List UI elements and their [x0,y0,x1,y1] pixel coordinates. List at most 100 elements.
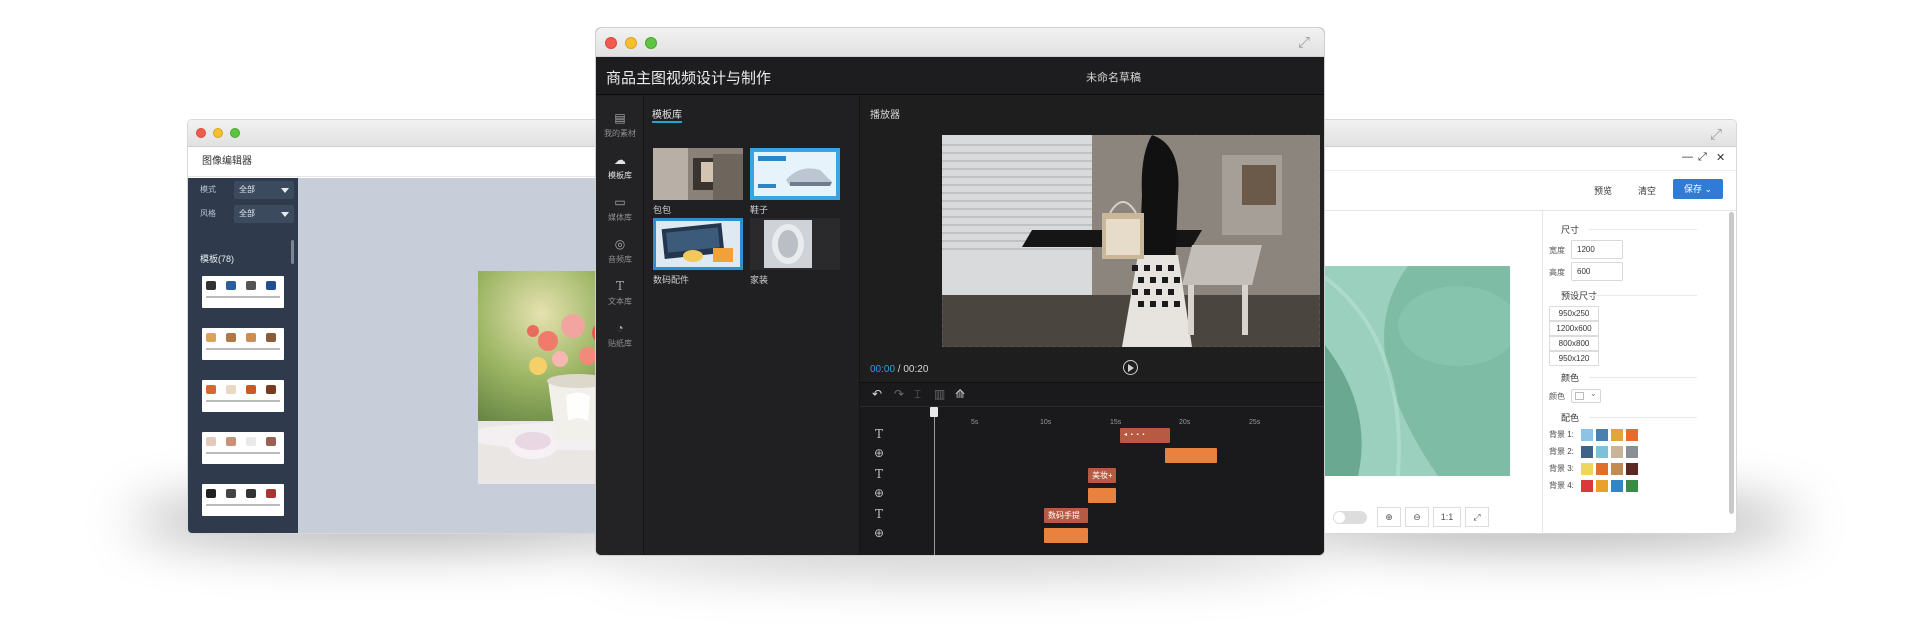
tab-template-library[interactable]: 模板库 [652,106,682,121]
minimize-window-button[interactable] [625,37,637,49]
color-row: 颜色 ⌄ [1543,389,1723,405]
template-thumbnail[interactable] [202,276,284,308]
filter-select[interactable]: 全部 [234,205,294,223]
palette-swatch[interactable] [1611,446,1623,458]
filter-label: 风格 [200,209,216,218]
text-line [206,504,280,506]
palette-swatch[interactable] [1626,446,1638,458]
effect-clip[interactable] [1165,448,1217,463]
rail-item-audio[interactable]: ◎ 音频库 [596,236,644,265]
expand-icon[interactable]: ⤢ [1706,126,1726,144]
zoom-window-button[interactable] [645,37,657,49]
grid-toggle[interactable] [1333,511,1367,524]
video-preview[interactable] [942,135,1320,347]
screenshot-stage: 图像编辑器 模式 全部 风格 全部 模板(78) ⤢ — ⤢ ✕ 预览 清空 保… [0,0,1929,635]
rail-item-my-assets[interactable]: ▤ 我的素材 [596,110,644,139]
product-icon [206,385,216,394]
palette-swatch[interactable] [1596,463,1608,475]
fit-icon[interactable]: ⤢ [1465,507,1489,527]
preset-size-option[interactable]: 1200x600 [1549,321,1599,336]
effect-clip[interactable] [1044,528,1088,543]
redo-icon[interactable]: ↷ [894,387,904,401]
palette-swatch[interactable] [1626,480,1638,492]
filter-select[interactable]: 全部 [234,181,294,199]
palette-swatch[interactable] [1611,480,1623,492]
preset-size-option[interactable]: 950x120 [1549,351,1599,366]
rail-item-templates[interactable]: ☁ 模板库 [596,152,644,181]
palette-swatch[interactable] [1581,429,1593,441]
palette-swatch[interactable] [1626,429,1638,441]
height-input[interactable]: 600 [1571,262,1623,281]
template-thumbnail[interactable] [202,432,284,464]
size-section-title: 尺寸 [1561,225,1698,235]
library-item-home[interactable]: 家装 [750,218,840,286]
expand-icon[interactable]: ⤢ [1294,34,1314,52]
library-item-shoes[interactable]: 鞋子 [750,148,840,216]
chevron-down-icon: ⌄ [1704,184,1713,194]
zoom-in-icon[interactable]: ⊕ [1377,507,1401,527]
fit-timeline-icon[interactable]: ⟰ [955,387,965,401]
effect-clip[interactable] [1088,488,1116,503]
palette-swatch[interactable] [1611,429,1623,441]
template-thumbnail[interactable] [202,484,284,516]
maximize-icon[interactable]: ⤢ [1698,151,1707,164]
trash-icon[interactable]: ▥ [934,387,945,401]
zoom-ratio-button[interactable]: 1:1 [1433,507,1461,527]
template-thumbnail[interactable] [202,328,284,360]
close-icon[interactable]: ✕ [1716,151,1725,164]
draft-name[interactable]: 未命名草稿 [1086,69,1141,85]
preset-size-option[interactable]: 800x800 [1549,336,1599,351]
filter-row: 风格 全部 [200,205,294,223]
color-picker[interactable]: ⌄ [1571,389,1601,403]
rail-item-label: 音频库 [608,255,632,264]
ruler-tick: 15s [1110,419,1122,426]
palette-swatch[interactable] [1596,429,1608,441]
palette-swatch[interactable] [1626,463,1638,475]
text-clip[interactable]: 美妆+ [1088,468,1116,483]
zoom-window-button[interactable] [230,128,240,138]
width-input[interactable]: 1200 [1571,240,1623,259]
palette-swatch[interactable] [1581,463,1593,475]
panel-scrollbar[interactable] [1729,212,1734,514]
palette-swatch[interactable] [1596,480,1608,492]
preset-size-option[interactable]: 950x250 [1549,306,1599,321]
close-window-button[interactable] [605,37,617,49]
editor-toolbar: 预览 清空 保存 ⌄ [1288,171,1736,211]
save-button[interactable]: 保存 ⌄ [1673,179,1723,199]
color-swatch-icon [1575,392,1584,400]
color-label: 颜色 [1549,392,1565,401]
ruler-tick: 20s [1179,419,1191,426]
height-label: 高度 [1549,268,1565,277]
library-item-bags[interactable]: 包包 [653,148,743,216]
design-canvas[interactable]: ⊕ ⊖ 1:1 ⤢ [1288,211,1542,533]
clear-button[interactable]: 清空 [1638,184,1656,197]
palette-swatch[interactable] [1581,446,1593,458]
minimize-window-button[interactable] [213,128,223,138]
split-icon[interactable]: ⌶ [914,387,921,402]
playhead[interactable] [930,407,938,555]
play-icon[interactable] [1123,360,1138,375]
product-icon [206,489,216,498]
product-icon [266,437,276,446]
text-icon: T [615,279,624,293]
close-window-button[interactable] [196,128,206,138]
preset-section-title: 预设尺寸 [1561,291,1698,301]
rail-item-text[interactable]: T 文本库 [596,278,644,307]
minimize-icon[interactable]: — [1682,151,1693,163]
product-icon [226,489,236,498]
text-clip[interactable]: ◂ ▪ ▪ ▪ [1120,428,1170,443]
product-icon [266,489,276,498]
library-item-digital[interactable]: 数码配件 [653,218,743,286]
palette-swatch[interactable] [1611,463,1623,475]
time-display: 00:00 / 00:20 [870,364,929,375]
zoom-out-icon[interactable]: ⊖ [1405,507,1429,527]
text-clip[interactable]: 数码手提 [1044,508,1088,523]
palette-swatch[interactable] [1581,480,1593,492]
template-thumbnail[interactable] [202,380,284,412]
undo-icon[interactable]: ↶ [872,387,882,401]
preview-button[interactable]: 预览 [1594,184,1612,197]
palette-swatch[interactable] [1596,446,1608,458]
rail-item-stickers[interactable]: ◔ 贴纸库 [596,320,644,349]
sidebar-scrollbar[interactable] [291,240,294,264]
rail-item-media[interactable]: ▭ 媒体库 [596,194,644,223]
